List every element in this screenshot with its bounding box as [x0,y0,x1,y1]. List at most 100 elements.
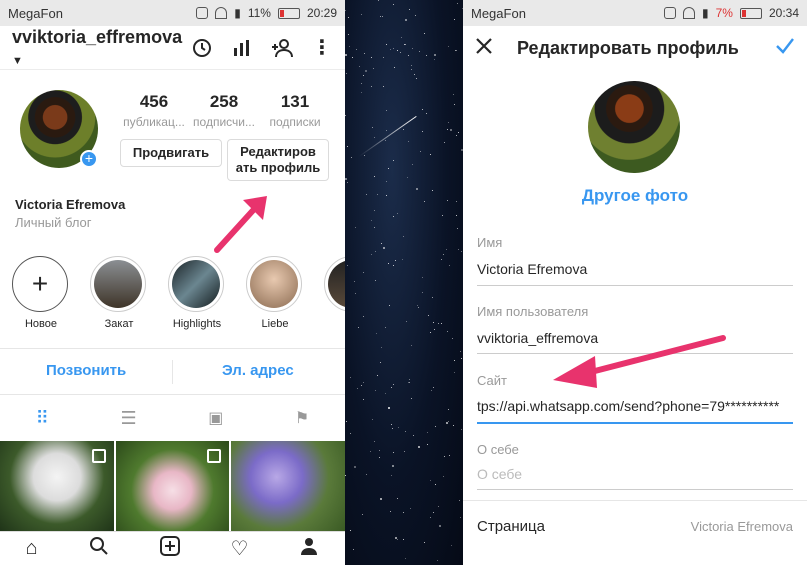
shooting-star [358,115,417,157]
bio-field[interactable]: О себе [477,466,793,482]
checkmark-icon[interactable] [775,37,795,60]
promote-button[interactable]: Продвигать [120,139,222,167]
star-dot [375,251,376,252]
star-dot [456,215,457,216]
archive-icon[interactable] [191,37,213,59]
website-field[interactable]: tps://api.whatsapp.com/send?phone=79****… [477,398,793,414]
star-dot [372,127,373,128]
avatar[interactable] [588,81,680,173]
star-dot [401,37,402,38]
star-dot [371,254,372,255]
star-dot [380,362,381,363]
star-dot [388,263,389,264]
highlight-item[interactable]: Hig [324,256,345,330]
call-button[interactable]: Позвонить [46,362,126,379]
star-dot [361,92,362,93]
star-dot [459,500,460,501]
more-options-icon[interactable]: ⋮ [311,37,333,59]
star-dot [453,425,454,426]
star-dot [366,194,367,195]
star-dot [375,390,376,391]
star-dot [351,157,352,158]
edit-profile-label-1: Редактиров [240,144,316,159]
decorative-starfield [345,0,463,565]
star-dot [383,86,384,87]
highlight-label: Highlights [172,318,222,330]
highlight-new[interactable]: + Новое [12,256,70,330]
highlight-item[interactable]: Highlights [168,256,226,330]
edit-profile-button[interactable]: Редактиров ать профиль [227,139,329,181]
battery-percent: 11% [247,6,271,20]
star-dot [416,188,418,190]
username-switcher[interactable]: vviktoria_effremova ▼ [12,27,191,69]
star-dot [365,70,367,72]
heart-icon[interactable]: ♡ [231,536,249,561]
annotation-arrow [214,196,267,253]
star-dot [461,429,462,430]
following-count-label: подписки [269,115,321,129]
star-dot [446,249,447,250]
star-dot [378,0,379,1]
post-thumbnail[interactable] [231,441,345,531]
star-dot [405,558,406,559]
add-post-icon[interactable] [159,536,180,561]
star-dot [451,545,452,546]
add-user-icon[interactable] [271,37,293,59]
star-dot [350,530,351,531]
star-dot [454,104,455,105]
profile-tabs: ⠿ ☰ ▣ ⚑ [0,398,345,438]
star-dot [407,177,408,178]
add-story-plus-icon[interactable]: + [80,150,98,168]
star-dot [419,51,420,52]
star-dot [397,213,398,214]
close-icon[interactable] [475,37,493,60]
star-dot [435,426,436,427]
star-dot [447,331,448,332]
post-thumbnail[interactable] [115,441,230,531]
star-dot [379,450,380,451]
star-dot [439,525,441,527]
name-field[interactable]: Victoria Efremova [477,261,793,277]
list-icon[interactable]: ☰ [121,408,137,429]
status-bar: MegaFon ▮ 11% 20:29 [0,0,345,26]
home-icon[interactable]: ⌂ [25,537,37,560]
multiple-photos-icon [91,449,106,463]
insights-icon[interactable] [231,37,253,59]
profile-screen: MegaFon ▮ 11% 20:29 vviktoria_effremova … [0,0,345,565]
bottom-nav: ⌂ ♡ [0,531,345,565]
star-dot [426,113,427,114]
star-dot [461,358,462,359]
search-icon[interactable] [89,536,109,561]
tagged-icon[interactable]: ▣ [208,408,223,428]
email-button[interactable]: Эл. адрес [222,362,294,379]
highlight-item[interactable]: Liebe [246,256,304,330]
star-dot [412,48,413,49]
star-dot [435,484,436,485]
star-dot [373,68,374,69]
star-dot [385,140,386,141]
star-dot [409,9,410,10]
divider [172,360,173,384]
star-dot [348,34,349,35]
page-row-label[interactable]: Страница [477,518,545,535]
field-underline [477,285,793,286]
star-dot [403,539,404,540]
profile-icon[interactable] [299,536,319,561]
posts-grid [0,441,345,531]
star-dot [448,46,449,47]
bookmark-icon[interactable]: ⚑ [295,408,309,428]
followers-count[interactable]: 258 подписчи... [188,92,260,129]
highlight-label: Hig [324,318,346,330]
star-dot [438,506,439,507]
username-label: Имя пользователя [477,304,589,319]
highlight-item[interactable]: Закат [90,256,148,330]
plus-icon: + [31,268,49,299]
following-count[interactable]: 131 подписки [260,92,330,129]
post-thumbnail[interactable] [0,441,114,531]
star-dot [460,351,461,352]
change-photo-button[interactable]: Другое фото [463,186,807,206]
star-dot [397,498,398,499]
posts-count[interactable]: 456 публикац... [118,92,190,129]
grid-icon[interactable]: ⠿ [36,408,49,429]
star-dot [350,377,351,378]
